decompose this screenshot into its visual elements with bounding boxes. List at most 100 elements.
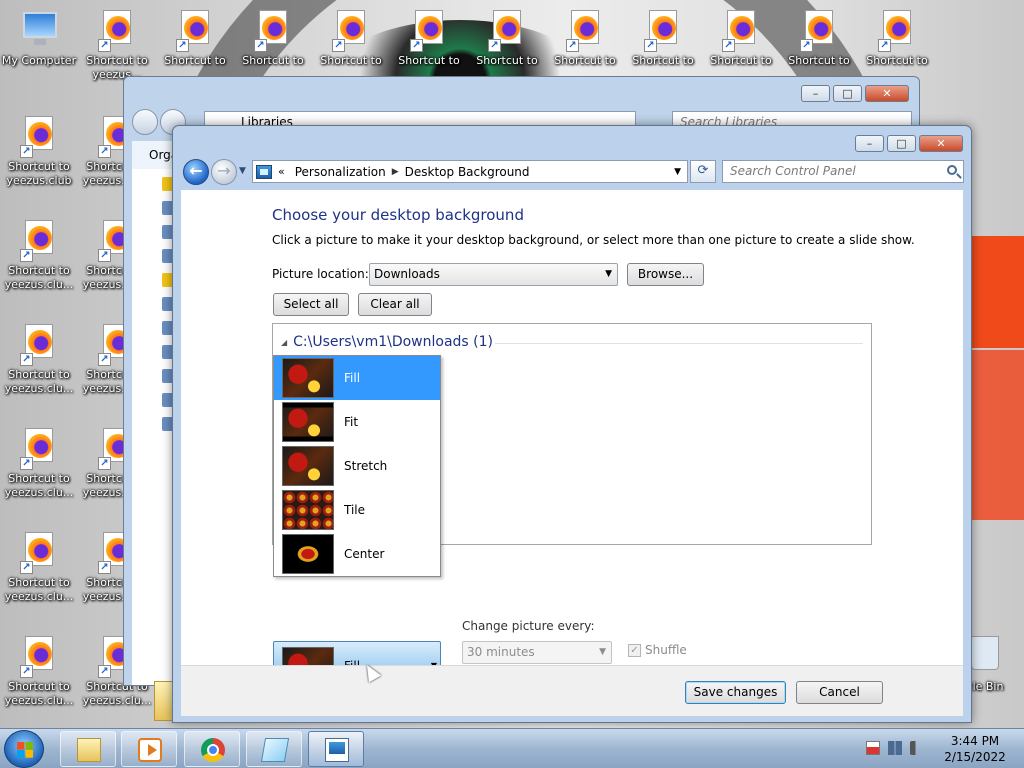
network-icon[interactable] bbox=[888, 741, 902, 755]
close-button[interactable]: ✕ bbox=[865, 85, 909, 102]
close-button[interactable]: ✕ bbox=[919, 135, 963, 152]
desktop-icon-label: Shortcut to bbox=[788, 54, 850, 67]
search-icon[interactable] bbox=[947, 165, 957, 175]
wallpaper-red-accent-2 bbox=[965, 350, 1024, 520]
desktop-shortcut[interactable]: ↗ Shortcut to yeezus.clu... bbox=[0, 634, 78, 708]
position-option-label: Fit bbox=[344, 415, 359, 429]
forward-button[interactable]: → bbox=[211, 159, 237, 185]
window-caption-buttons: – □ ✕ bbox=[855, 135, 963, 152]
breadcrumb-personalization[interactable]: Personalization bbox=[295, 165, 386, 179]
group-divider bbox=[495, 343, 863, 344]
minimize-button[interactable]: – bbox=[801, 85, 830, 102]
taskbar-control-panel[interactable] bbox=[308, 731, 364, 767]
taskbar-media-player[interactable] bbox=[121, 731, 177, 767]
breadcrumb-desktop-background[interactable]: Desktop Background bbox=[405, 165, 530, 179]
save-changes-button[interactable]: Save changes bbox=[685, 681, 786, 704]
shortcut-arrow-icon: ↗ bbox=[98, 353, 111, 366]
minimize-button[interactable]: – bbox=[855, 135, 884, 152]
desktop-shortcut[interactable]: ↗ Shortcut to yeezus.clu... bbox=[0, 426, 78, 500]
desktop-shortcut[interactable]: ↗ Shortcut to bbox=[858, 8, 936, 68]
shuffle-label: Shuffle bbox=[645, 643, 687, 657]
clear-all-button[interactable]: Clear all bbox=[358, 293, 432, 316]
shuffle-checkbox[interactable]: ✓ Shuffle bbox=[628, 643, 687, 657]
wallpaper-red-accent bbox=[970, 236, 1024, 348]
position-option-tile[interactable]: Tile bbox=[274, 488, 440, 532]
browse-button[interactable]: Browse... bbox=[627, 263, 704, 286]
shortcut-arrow-icon: ↗ bbox=[98, 457, 111, 470]
maximize-button[interactable]: □ bbox=[833, 85, 862, 102]
collapse-triangle-icon[interactable]: ◢ bbox=[281, 338, 287, 347]
maximize-button[interactable]: □ bbox=[887, 135, 916, 152]
position-option-label: Tile bbox=[344, 503, 366, 517]
notepad-icon bbox=[260, 738, 290, 762]
main-content: Choose your desktop background Click a p… bbox=[181, 190, 963, 716]
desktop-shortcut[interactable]: ↗ Shortcut to yeezus.clu... bbox=[0, 530, 78, 604]
breadcrumb-separator-icon[interactable]: ▶ bbox=[392, 167, 399, 177]
desktop-shortcut[interactable]: ↗ Shortcut to bbox=[468, 8, 546, 68]
checkbox-icon[interactable]: ✓ bbox=[628, 643, 641, 657]
taskbar-notepad[interactable] bbox=[246, 731, 302, 767]
back-button[interactable] bbox=[132, 109, 158, 135]
firefox-icon bbox=[28, 122, 52, 146]
desktop-background-window[interactable]: – □ ✕ ← → ▼ « Personalization ▶ Desktop … bbox=[172, 125, 972, 723]
desktop-shortcut[interactable]: ↗ Shortcut to bbox=[390, 8, 468, 68]
group-header[interactable]: ◢ C:\Users\vm1\Downloads (1) bbox=[281, 334, 493, 350]
desktop-icon-label: Shortcut to yeezus.clu... bbox=[4, 264, 74, 291]
desktop-icon-my-computer[interactable]: My Computer bbox=[0, 8, 78, 68]
group-label: C:\Users\vm1\Downloads (1) bbox=[293, 334, 493, 350]
cancel-button[interactable]: Cancel bbox=[796, 681, 883, 704]
search-input[interactable]: Search Control Panel bbox=[722, 160, 964, 183]
desktop-shortcut[interactable]: ↗ Shortcut to yeezus.club bbox=[0, 114, 78, 188]
firefox-icon bbox=[574, 16, 598, 40]
taskbar-explorer[interactable] bbox=[60, 731, 116, 767]
taskbar-clock[interactable]: 3:44 PM 2/15/2022 bbox=[940, 733, 1010, 765]
desktop-shortcut[interactable]: ↗ Shortcut to bbox=[234, 8, 312, 68]
shortcut-arrow-icon: ↗ bbox=[20, 145, 33, 158]
tile-thumbnail bbox=[282, 490, 334, 530]
picture-position-dropdown-list[interactable]: Fill Fit Stretch Tile Center bbox=[273, 355, 441, 577]
position-option-center[interactable]: Center bbox=[274, 532, 440, 576]
desktop-icon-label: Shortcut to yeezus.clu... bbox=[4, 368, 74, 395]
windows-logo-icon bbox=[17, 742, 33, 758]
volume-icon[interactable] bbox=[910, 741, 924, 755]
desktop-shortcut[interactable]: ↗ Shortcut to bbox=[702, 8, 780, 68]
desktop-shortcut[interactable]: ↗ Shortcut to bbox=[780, 8, 858, 68]
position-option-stretch[interactable]: Stretch bbox=[274, 444, 440, 488]
desktop-shortcut[interactable]: ↗ Shortcut to bbox=[156, 8, 234, 68]
address-dropdown-icon[interactable]: ▼ bbox=[674, 167, 681, 177]
desktop-shortcut[interactable]: ↗ Shortcut to bbox=[624, 8, 702, 68]
firefox-icon bbox=[262, 16, 286, 40]
taskbar: 3:44 PM 2/15/2022 bbox=[0, 728, 1024, 768]
chevron-down-icon: ▼ bbox=[599, 647, 606, 657]
address-bar[interactable]: « Personalization ▶ Desktop Background ▼ bbox=[252, 160, 688, 183]
position-option-label: Center bbox=[344, 547, 385, 561]
change-picture-interval-select[interactable]: 30 minutes ▼ bbox=[462, 641, 612, 664]
desktop-shortcut[interactable]: ↗ Shortcut to yeezus.clu... bbox=[0, 322, 78, 396]
start-button[interactable] bbox=[4, 730, 44, 768]
desktop-shortcut[interactable]: ↗ Shortcut to yeezus... bbox=[78, 8, 156, 82]
select-all-button[interactable]: Select all bbox=[273, 293, 349, 316]
recent-pages-dropdown[interactable]: ▼ bbox=[239, 166, 246, 176]
position-option-fit[interactable]: Fit bbox=[274, 400, 440, 444]
position-option-fill[interactable]: Fill bbox=[274, 356, 440, 400]
breadcrumb-overflow-icon[interactable]: « bbox=[278, 165, 285, 178]
shortcut-arrow-icon: ↗ bbox=[20, 353, 33, 366]
refresh-button[interactable]: ⟳ bbox=[690, 160, 716, 183]
desktop-icon-label: Shortcut to bbox=[164, 54, 226, 67]
shortcut-arrow-icon: ↗ bbox=[566, 39, 579, 52]
control-panel-icon bbox=[256, 164, 272, 179]
shortcut-arrow-icon: ↗ bbox=[20, 665, 33, 678]
firefox-icon bbox=[106, 16, 130, 40]
desktop-shortcut[interactable]: ↗ Shortcut to bbox=[546, 8, 624, 68]
desktop-shortcut[interactable]: ↗ Shortcut to yeezus.clu... bbox=[0, 218, 78, 292]
desktop-icon-label: Shortcut to yeezus.clu... bbox=[4, 576, 74, 603]
back-button[interactable]: ← bbox=[183, 159, 209, 185]
desktop-icon-label: My Computer bbox=[1, 54, 77, 67]
desktop-shortcut[interactable]: ↗ Shortcut to bbox=[312, 8, 390, 68]
action-center-icon[interactable] bbox=[866, 741, 880, 755]
media-player-icon bbox=[138, 738, 162, 762]
picture-location-select[interactable]: Downloads ▼ bbox=[369, 263, 618, 286]
taskbar-chrome[interactable] bbox=[184, 731, 240, 767]
firefox-icon bbox=[496, 16, 520, 40]
desktop-icon-label: Shortcut to bbox=[554, 54, 616, 67]
